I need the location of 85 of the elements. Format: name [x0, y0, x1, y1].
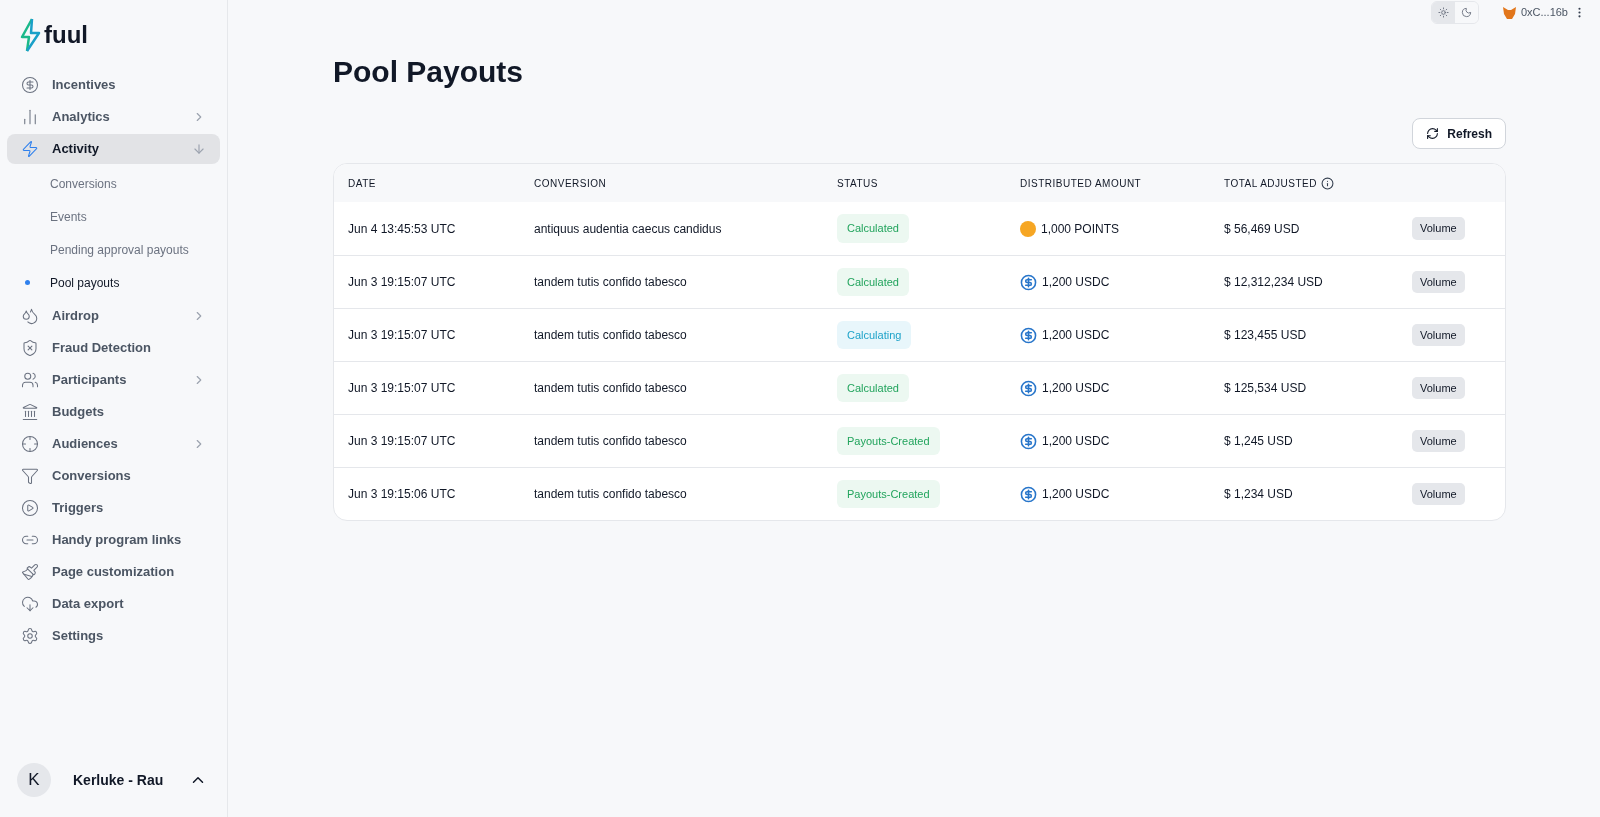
sidebar-item[interactable]: Page customization [7, 557, 220, 587]
bank-icon [21, 403, 39, 421]
table-cell-text: 1,000 POINTS [1041, 220, 1120, 238]
sidebar-item[interactable]: Fraud Detection [7, 333, 220, 363]
table-cell-text: tandem tutis confido tabesco [534, 486, 688, 503]
sidebar-item[interactable]: Data export [7, 589, 220, 619]
table-cell-text: antiquus audentia caecus candidus [534, 220, 723, 238]
wallet-button[interactable]: 0xC...16b [1502, 1, 1586, 24]
status-badge: Payouts-Created [837, 479, 940, 509]
table-cell-text: tandem tutis confido tabesco [534, 380, 688, 397]
status-badge: Calculating [837, 320, 912, 350]
moon-icon [1460, 7, 1472, 18]
table-cell-text: tandem tutis confido tabesco [534, 274, 688, 291]
volume-tag: Volume [1412, 270, 1465, 294]
sun-icon [1437, 7, 1449, 18]
status-badge: Payouts-Created [837, 426, 940, 456]
table-cell-text: Jun 3 19:15:07 UTC [348, 327, 457, 344]
sidebar-item[interactable]: Incentives [7, 70, 220, 100]
page-title: Pool Payouts [333, 54, 525, 90]
table-cell-text: $ 12,312,234 USD [1224, 274, 1324, 291]
sidebar-item[interactable]: Settings [7, 621, 220, 651]
table-cell-text: tandem tutis confido tabesco [534, 327, 688, 344]
refresh-icon [1426, 127, 1440, 140]
volume-tag: Volume [1412, 217, 1465, 240]
table-cell-text: Jun 3 19:15:06 UTC [348, 486, 457, 503]
sidebar-item[interactable]: Activity [7, 134, 220, 164]
volume-tag: Volume [1412, 429, 1465, 453]
bar-chart-icon [21, 108, 39, 126]
brand-name: fuul [44, 23, 88, 47]
shield-icon [21, 339, 39, 357]
sidebar-subitem[interactable]: Pending approval payouts [50, 240, 189, 259]
table-cell-text: Jun 4 13:45:53 UTC [348, 220, 457, 238]
fox-icon [1502, 6, 1516, 19]
refresh-button[interactable]: Refresh [1412, 118, 1506, 149]
droplets-icon [21, 307, 39, 325]
dollar-circle-icon [21, 76, 39, 94]
status-badge: Calculated [837, 373, 909, 403]
table-cell-text: $ 123,455 USD [1224, 327, 1308, 344]
sidebar-item[interactable]: Analytics [7, 102, 220, 132]
light-mode-button[interactable] [1431, 2, 1455, 23]
sidebar-subitem[interactable]: Events [50, 207, 87, 226]
table-cell-text: 1,200 USDC [1042, 380, 1110, 397]
play-circle-icon [21, 499, 39, 517]
status-badge: Calculated [837, 214, 909, 243]
column-header: STATUS [837, 176, 878, 191]
sidebar-subitem[interactable]: Conversions [50, 174, 117, 193]
users-icon [21, 371, 39, 389]
cloud-download-icon [21, 595, 39, 613]
info-icon [1320, 176, 1334, 190]
volume-tag: Volume [1412, 376, 1465, 400]
sidebar-item[interactable]: Audiences [7, 429, 220, 459]
table-cell-text: $ 56,469 USD [1224, 220, 1301, 238]
table-cell-text: Jun 3 19:15:07 UTC [348, 433, 457, 450]
column-header: DISTRIBUTED AMOUNT [1020, 176, 1142, 191]
volume-tag: Volume [1412, 323, 1465, 347]
table-cell-text: 1,200 USDC [1042, 433, 1110, 450]
table-cell-text: 1,200 USDC [1042, 274, 1110, 291]
filter-icon [21, 467, 39, 485]
avatar: K [17, 763, 51, 797]
sidebar-subitem[interactable]: Pool payouts [50, 273, 120, 292]
lightning-logo-icon [18, 17, 42, 53]
status-badge: Calculated [837, 267, 909, 297]
table-cell-text: Jun 3 19:15:07 UTC [348, 380, 457, 397]
sidebar-item[interactable]: Conversions [7, 461, 220, 491]
table-cell-text: $ 1,234 USD [1224, 486, 1294, 503]
table-cell-text: $ 1,245 USD [1224, 433, 1294, 450]
table-cell-text: $ 125,534 USD [1224, 380, 1308, 397]
paintbrush-icon [21, 563, 39, 581]
volume-tag: Volume [1412, 482, 1465, 506]
table-cell-text: 1,200 USDC [1042, 486, 1110, 503]
sidebar-item[interactable]: Budgets [7, 397, 220, 427]
column-header: CONVERSION [534, 176, 607, 191]
crosshair-icon [21, 435, 39, 453]
sidebar-item[interactable]: Airdrop [7, 301, 220, 331]
sidebar-item[interactable]: Handy program links [7, 525, 220, 555]
account-name[interactable]: Kerluke - Rau [73, 769, 164, 791]
table-cell-text: 1,200 USDC [1042, 327, 1110, 344]
column-header: TOTAL ADJUSTED [1224, 176, 1317, 191]
table-cell-text: tandem tutis confido tabesco [534, 433, 688, 450]
column-header: DATE [348, 176, 376, 191]
settings-icon [21, 627, 39, 645]
lightning-icon [21, 140, 39, 158]
sidebar-item[interactable]: Triggers [7, 493, 220, 523]
table-cell-text: Jun 3 19:15:07 UTC [348, 274, 457, 291]
sidebar-item[interactable]: Participants [7, 365, 220, 395]
